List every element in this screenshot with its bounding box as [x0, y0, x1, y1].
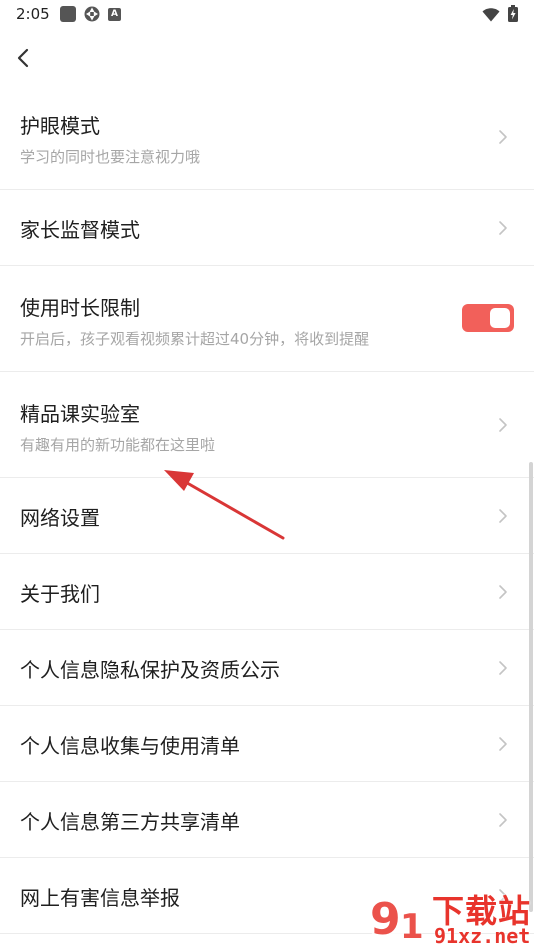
settings-item-title: 精品课实验室 — [20, 402, 140, 426]
settings-item-network[interactable]: 网络设置 — [0, 478, 534, 554]
status-bar: 2:05 A — [0, 0, 534, 30]
settings-item-third-party[interactable]: 个人信息第三方共享清单 — [0, 782, 534, 858]
chevron-right-icon — [499, 661, 507, 675]
settings-screen: 2:05 A 护眼模式 学习的同时也要注意视力哦 家长监督模式 使用时长限制 开… — [0, 0, 534, 950]
watermark: 9 1 下载站 91xz.net — [364, 884, 534, 950]
settings-item-title: 网络设置 — [20, 506, 100, 530]
status-time: 2:05 — [16, 5, 50, 23]
battery-icon — [508, 5, 518, 22]
watermark-brand-bottom: 91xz.net — [434, 924, 531, 948]
svg-text:9: 9 — [370, 894, 401, 945]
settings-item-title: 护眼模式 — [20, 114, 100, 138]
chevron-right-icon — [499, 509, 507, 523]
settings-item-subtitle: 有趣有用的新功能都在这里啦 — [20, 436, 216, 454]
svg-text:1: 1 — [400, 907, 424, 947]
chevron-left-icon — [17, 48, 29, 68]
chevron-right-icon — [499, 737, 507, 751]
square-notification-icon — [60, 6, 76, 22]
settings-item-title: 个人信息隐私保护及资质公示 — [20, 658, 280, 682]
settings-item-collection-list[interactable]: 个人信息收集与使用清单 — [0, 706, 534, 782]
wifi-icon — [482, 7, 500, 23]
aperture-icon — [84, 6, 100, 22]
scrollbar-thumb[interactable] — [529, 462, 533, 912]
brand-logo-icon: 9 1 — [367, 887, 427, 947]
settings-item-title: 关于我们 — [20, 582, 100, 606]
settings-item-lab[interactable]: 精品课实验室 有趣有用的新功能都在这里啦 — [0, 372, 534, 478]
a-notification-icon: A — [108, 8, 121, 21]
settings-item-time-limit: 使用时长限制 开启后，孩子观看视频累计超过40分钟，将收到提醒 — [0, 266, 534, 372]
settings-item-about[interactable]: 关于我们 — [0, 554, 534, 630]
settings-item-subtitle: 开启后，孩子观看视频累计超过40分钟，将收到提醒 — [20, 330, 370, 348]
chevron-right-icon — [499, 221, 507, 235]
chevron-right-icon — [499, 585, 507, 599]
chevron-right-icon — [499, 130, 507, 144]
settings-item-title: 网上有害信息举报 — [20, 886, 180, 910]
time-limit-toggle[interactable] — [462, 304, 514, 332]
chevron-right-icon — [499, 813, 507, 827]
chevron-right-icon — [499, 418, 507, 432]
settings-item-eye-protection[interactable]: 护眼模式 学习的同时也要注意视力哦 — [0, 84, 534, 190]
settings-item-privacy[interactable]: 个人信息隐私保护及资质公示 — [0, 630, 534, 706]
settings-list: 护眼模式 学习的同时也要注意视力哦 家长监督模式 使用时长限制 开启后，孩子观看… — [0, 84, 534, 934]
settings-item-title: 使用时长限制 — [20, 296, 140, 320]
settings-item-title: 个人信息第三方共享清单 — [20, 810, 240, 834]
settings-item-title: 家长监督模式 — [20, 218, 140, 242]
back-button[interactable] — [8, 40, 40, 76]
settings-item-title: 个人信息收集与使用清单 — [20, 734, 240, 758]
settings-item-subtitle: 学习的同时也要注意视力哦 — [20, 148, 201, 166]
settings-item-parental-mode[interactable]: 家长监督模式 — [0, 190, 534, 266]
toggle-knob — [490, 308, 510, 328]
